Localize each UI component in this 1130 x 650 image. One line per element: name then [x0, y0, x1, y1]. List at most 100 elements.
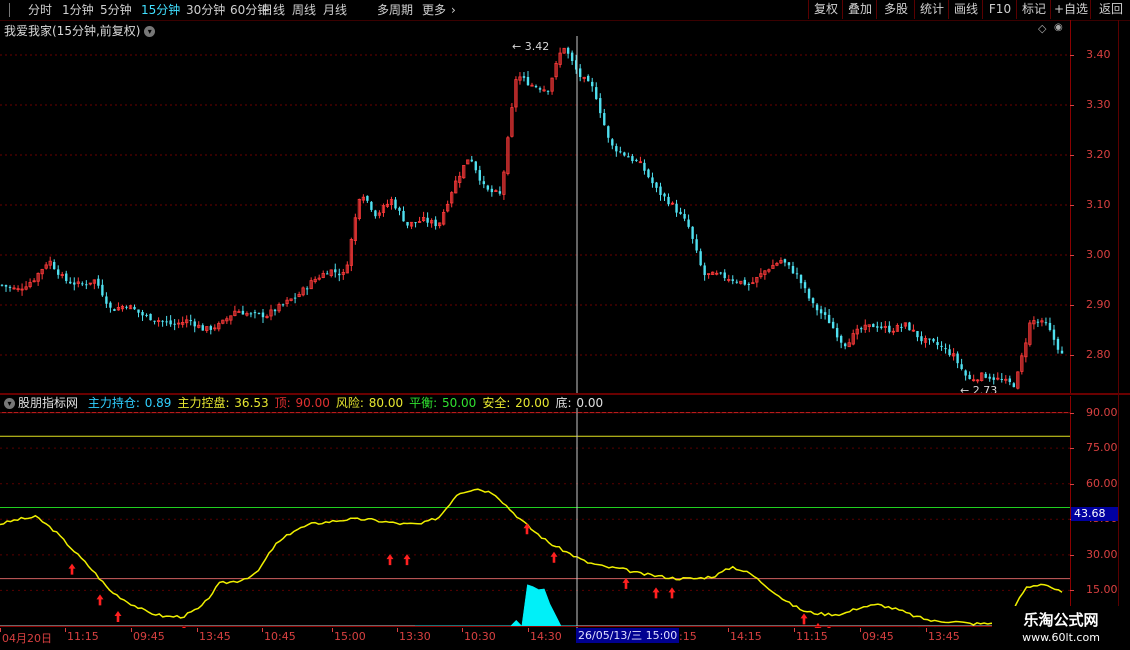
toolbar-btn-0[interactable]: 复权	[808, 0, 843, 19]
candle-body	[595, 87, 598, 100]
diamond-icon[interactable]: ◇	[1038, 22, 1046, 35]
candle-body	[257, 312, 261, 314]
candle-body	[293, 297, 297, 299]
candle-body	[261, 312, 265, 318]
candle-body	[305, 288, 309, 290]
watermark: 乐淘公式网 www.60lt.com	[992, 606, 1130, 650]
tab-1[interactable]: 1分钟	[62, 2, 94, 18]
tab-9[interactable]: 多周期	[377, 2, 413, 18]
high-price-label: ← 3.42	[512, 40, 549, 53]
buy-signal-arrow-icon	[96, 594, 104, 606]
candle-body	[394, 199, 397, 209]
toolbar-btn-5[interactable]: F10	[982, 0, 1017, 19]
tab-0[interactable]: 分时	[28, 2, 52, 18]
candle-body	[827, 314, 831, 324]
right-side-panel-edge[interactable]	[1117, 20, 1130, 610]
time-tick	[397, 628, 398, 632]
toolbar-btn-3[interactable]: 统计	[914, 0, 949, 19]
candle-body	[249, 313, 253, 315]
candle-body	[831, 321, 835, 329]
candle-body	[137, 309, 140, 313]
candle-body	[334, 269, 337, 273]
candle-body	[486, 185, 490, 190]
chevron-down-icon[interactable]: ▾	[144, 26, 156, 37]
candle-body	[888, 325, 891, 333]
buy-signal-arrow-icon	[800, 613, 808, 625]
tab-2[interactable]: 5分钟	[100, 2, 132, 18]
toolbar-btn-1[interactable]: 叠加	[842, 0, 877, 19]
time-label: 11:15	[67, 630, 99, 643]
candle-body	[105, 296, 108, 304]
candle-body	[478, 170, 482, 181]
buy-signal-arrow-icon	[68, 563, 76, 575]
candle-body	[835, 327, 839, 338]
indicator-chart[interactable]	[0, 396, 1070, 628]
candle-body	[872, 323, 875, 328]
candle-body	[623, 152, 626, 156]
toolbar-btn-2[interactable]: 多股	[876, 0, 915, 19]
candle-body	[876, 326, 879, 328]
cursor-value-label: 43.68	[1071, 507, 1119, 521]
toolbar-grip-icon	[3, 3, 10, 17]
candle-body	[538, 88, 542, 90]
buy-signal-arrow-icon	[523, 523, 531, 535]
cursor-time-label: 26/05/13/三 15:00	[576, 628, 680, 643]
tab-3[interactable]: 15分钟	[141, 2, 180, 18]
toolbar-btn-7[interactable]: +自选	[1050, 0, 1091, 19]
candle-body	[1060, 350, 1064, 354]
tab-10[interactable]: 更多	[422, 2, 446, 18]
candle-body	[940, 345, 943, 347]
toolbar-btn-4[interactable]: 画线	[948, 0, 983, 19]
indicator-tick	[1070, 554, 1074, 556]
candle-body	[52, 262, 56, 270]
candle-body	[860, 328, 863, 330]
candle-body	[241, 310, 245, 315]
candle-body	[97, 278, 100, 286]
more-chevron-icon[interactable]: ›	[451, 2, 456, 18]
candle-body	[643, 162, 646, 171]
price-tick	[1070, 355, 1074, 356]
price-axis-line	[1070, 20, 1071, 395]
candle-body	[647, 169, 650, 178]
candle-body	[663, 193, 666, 197]
indicator-tick-label: 60.00	[1086, 476, 1118, 490]
candle-body	[731, 279, 734, 281]
candle-body	[546, 90, 550, 92]
candle-body	[406, 221, 409, 226]
candle-body	[370, 201, 373, 210]
time-label: 10:30	[464, 630, 496, 643]
candle-body	[1044, 322, 1048, 324]
candle-body	[1056, 338, 1060, 350]
candle-body	[434, 219, 437, 227]
indicator-tick-label: 15.00	[1086, 583, 1118, 597]
tab-6[interactable]: 日线	[261, 2, 285, 18]
window-toggle-icon[interactable]: ◉	[1054, 22, 1063, 33]
price-chart[interactable]: ← 3.42← 2.73	[0, 20, 1070, 395]
candle-body	[366, 195, 369, 201]
tab-4[interactable]: 30分钟	[186, 2, 225, 18]
tab-8[interactable]: 月线	[323, 2, 347, 18]
candle-body	[719, 272, 722, 274]
toolbar-btn-8[interactable]: 返回	[1090, 0, 1130, 19]
candle-body	[992, 377, 995, 380]
candle-body	[659, 186, 662, 195]
candle-body	[916, 331, 919, 338]
candle-body	[1052, 329, 1056, 340]
candle-body	[65, 273, 68, 281]
candle-body	[607, 126, 610, 138]
candle-body	[101, 284, 104, 296]
indicator-tick	[1070, 590, 1074, 592]
panel-divider[interactable]	[0, 393, 1130, 395]
candle-body	[687, 219, 690, 227]
price-tick	[1070, 205, 1074, 206]
tab-7[interactable]: 周线	[292, 2, 316, 18]
candle-body	[1036, 321, 1040, 323]
candle-body	[783, 259, 787, 263]
toolbar-btn-6[interactable]: 标记	[1016, 0, 1051, 19]
time-label: 09:45	[133, 630, 165, 643]
candle-body	[69, 281, 72, 284]
candle-body	[699, 251, 702, 266]
candle-body	[599, 98, 602, 114]
time-axis-border	[0, 626, 1070, 627]
price-tick-label: 2.90	[1086, 298, 1111, 311]
